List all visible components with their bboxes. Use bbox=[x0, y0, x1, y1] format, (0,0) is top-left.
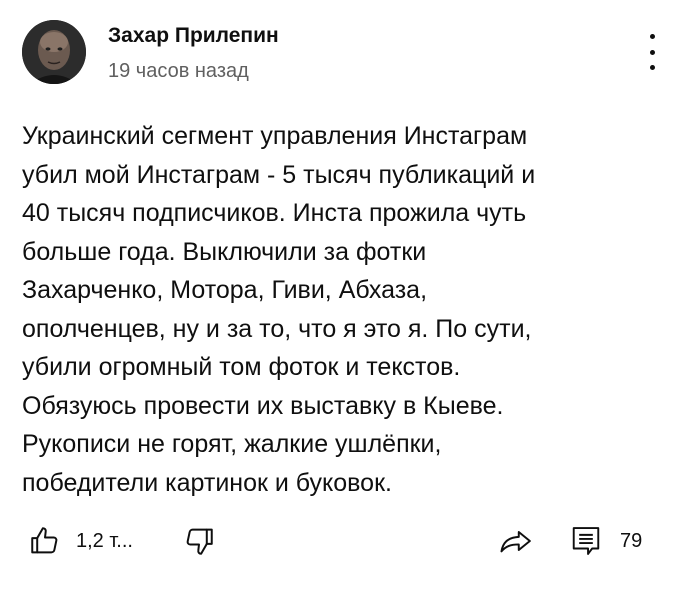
comment-button[interactable] bbox=[566, 520, 606, 562]
share-button[interactable] bbox=[492, 520, 540, 562]
thumbs-down-icon bbox=[186, 528, 213, 555]
community-post: Захар Прилепин 19 часов назад Украинский… bbox=[0, 0, 680, 591]
post-text-line: ополченцев, ну и за то, что я это я. По … bbox=[22, 314, 532, 343]
avatar[interactable] bbox=[22, 20, 86, 84]
like-count: 1,2 т... bbox=[76, 530, 133, 552]
author-name[interactable]: Захар Прилепин bbox=[108, 24, 279, 48]
post-text-line: победители картинок и буковок. bbox=[22, 468, 392, 497]
more-vert-icon[interactable] bbox=[640, 34, 664, 70]
post-text-line: Рукописи не горят, жалкие ушлёпки, bbox=[22, 430, 442, 458]
avatar-photo bbox=[22, 20, 86, 84]
like-button[interactable] bbox=[22, 520, 68, 562]
thumbs-up-icon bbox=[31, 527, 58, 554]
post-text-line: Захарченко, Мотора, Гиви, Абхаза, bbox=[22, 276, 428, 304]
comment-icon bbox=[572, 527, 600, 555]
action-bar: 1,2 т... 79 bbox=[0, 520, 680, 564]
post-timestamp[interactable]: 19 часов назад bbox=[108, 60, 249, 83]
comment-count: 79 bbox=[620, 530, 643, 552]
post-text-line: больше года. Выключили за фотки bbox=[22, 237, 427, 266]
dislike-button[interactable] bbox=[176, 520, 222, 562]
post-text-line: 40 тысяч подписчиков. Инста прожила чуть bbox=[22, 199, 527, 227]
post-text-line: Обязуюсь провести их выставку в Кыеве. bbox=[22, 391, 504, 420]
post-text-line: Украинский сегмент управления Инстаграм bbox=[22, 122, 528, 150]
post-text-line: убили огромный том фоток и текстов. bbox=[22, 353, 461, 381]
share-arrow-icon bbox=[500, 531, 531, 553]
post-text: Украинский сегмент управления Инстаграм … bbox=[22, 117, 662, 502]
post-text-line: убил мой Инстаграм - 5 тысяч публикаций … bbox=[22, 160, 536, 189]
